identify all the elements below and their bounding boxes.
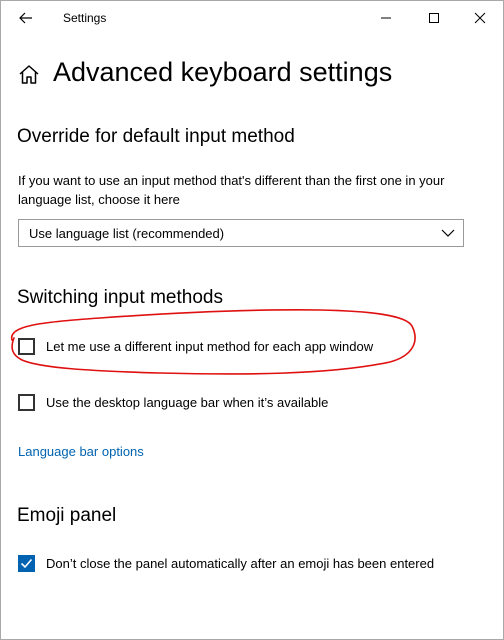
desktop-language-bar-option[interactable]: Use the desktop language bar when it’s a… <box>18 391 328 413</box>
home-icon[interactable] <box>17 63 41 87</box>
checkmark-icon <box>20 558 33 568</box>
back-arrow-icon <box>19 12 32 24</box>
emoji-panel-label: Don’t close the panel automatically afte… <box>46 555 435 571</box>
per-app-input-method-checkbox[interactable] <box>18 337 35 355</box>
override-section-title: Override for default input method <box>17 126 295 147</box>
minimize-button[interactable] <box>363 1 409 35</box>
chevron-down-icon <box>441 229 455 237</box>
language-bar-options-link[interactable]: Language bar options <box>18 444 144 459</box>
minimize-icon <box>381 17 391 19</box>
input-method-dropdown[interactable]: Use language list (recommended) <box>18 219 464 247</box>
settings-window: Settings Advanced keyboard settings Over… <box>0 0 504 640</box>
desktop-language-bar-label: Use the desktop language bar when it’s a… <box>46 394 329 410</box>
title-bar: Settings <box>1 1 503 35</box>
close-icon <box>474 12 486 24</box>
maximize-button[interactable] <box>411 1 457 35</box>
override-description: If you want to use an input method that'… <box>18 173 445 207</box>
per-app-input-method-label: Let me use a different input method for … <box>46 338 374 354</box>
maximize-icon <box>429 13 439 23</box>
dropdown-selected-value: Use language list (recommended) <box>29 225 225 241</box>
switching-section-title: Switching input methods <box>17 287 223 308</box>
emoji-panel-option[interactable]: Don’t close the panel automatically afte… <box>18 552 434 574</box>
emoji-section-title: Emoji panel <box>17 505 117 526</box>
back-button[interactable] <box>11 5 41 31</box>
desktop-language-bar-checkbox[interactable] <box>18 393 35 411</box>
page-title: Advanced keyboard settings <box>53 57 393 87</box>
close-button[interactable] <box>457 1 503 35</box>
per-app-input-method-option[interactable]: Let me use a different input method for … <box>18 335 373 357</box>
window-title: Settings <box>63 11 107 25</box>
emoji-panel-checkbox[interactable] <box>18 554 35 572</box>
